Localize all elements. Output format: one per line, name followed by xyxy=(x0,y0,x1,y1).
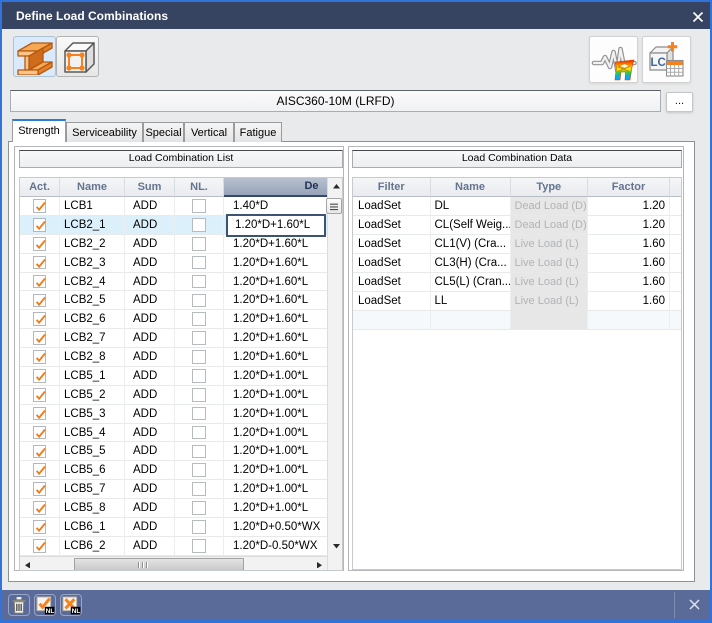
svg-text:NL: NL xyxy=(72,608,81,615)
svg-text:NL: NL xyxy=(46,608,55,615)
svg-text:LC: LC xyxy=(651,57,666,69)
